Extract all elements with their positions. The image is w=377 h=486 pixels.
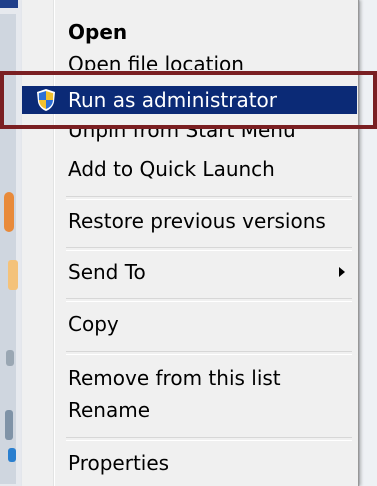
menu-item-label: Restore previous versions [68, 209, 326, 233]
menu-separator [66, 247, 352, 251]
menu-item-label: Open [68, 20, 128, 44]
uac-shield-icon [37, 89, 55, 111]
program-icon [5, 410, 13, 440]
menu-item-copy[interactable]: Copy [22, 310, 357, 338]
menu-item-unpin-from-start-menu[interactable]: Unpin from Start Menu [22, 126, 357, 146]
menu-separator [66, 351, 352, 355]
menu-item-rename[interactable]: Rename [22, 396, 357, 424]
menu-item-send-to[interactable]: Send To [22, 258, 357, 286]
menu-item-label: Add to Quick Launch [68, 157, 275, 181]
menu-item-label: Open file location [68, 52, 244, 70]
menu-separator [66, 298, 352, 302]
menu-separator [66, 437, 352, 441]
menu-item-open[interactable]: Open [22, 18, 357, 46]
start-menu-edge [0, 0, 18, 8]
menu-item-label: Remove from this list [68, 366, 281, 390]
desktop-background-right [360, 0, 377, 486]
menu-item-run-as-administrator[interactable]: Run as administrator [22, 86, 357, 114]
menu-item-add-to-quick-launch[interactable]: Add to Quick Launch [22, 155, 357, 183]
program-icon [4, 192, 14, 232]
menu-item-label: Send To [68, 260, 146, 284]
menu-item-open-file-location[interactable]: Open file location [22, 50, 357, 70]
menu-item-restore-previous-versions[interactable]: Restore previous versions [22, 207, 357, 235]
menu-separator [66, 196, 352, 200]
menu-item-remove-from-this-list[interactable]: Remove from this list [22, 364, 357, 392]
menu-item-label: Unpin from Start Menu [68, 126, 296, 142]
menu-item-label: Run as administrator [68, 88, 278, 112]
program-icon [8, 448, 16, 462]
program-icon [8, 260, 18, 290]
menu-item-label: Copy [68, 312, 119, 336]
menu-item-properties[interactable]: Properties [22, 449, 357, 477]
program-icon [6, 350, 14, 366]
menu-item-label: Properties [68, 451, 170, 475]
submenu-arrow-icon [339, 267, 345, 277]
menu-item-label: Rename [68, 398, 151, 422]
